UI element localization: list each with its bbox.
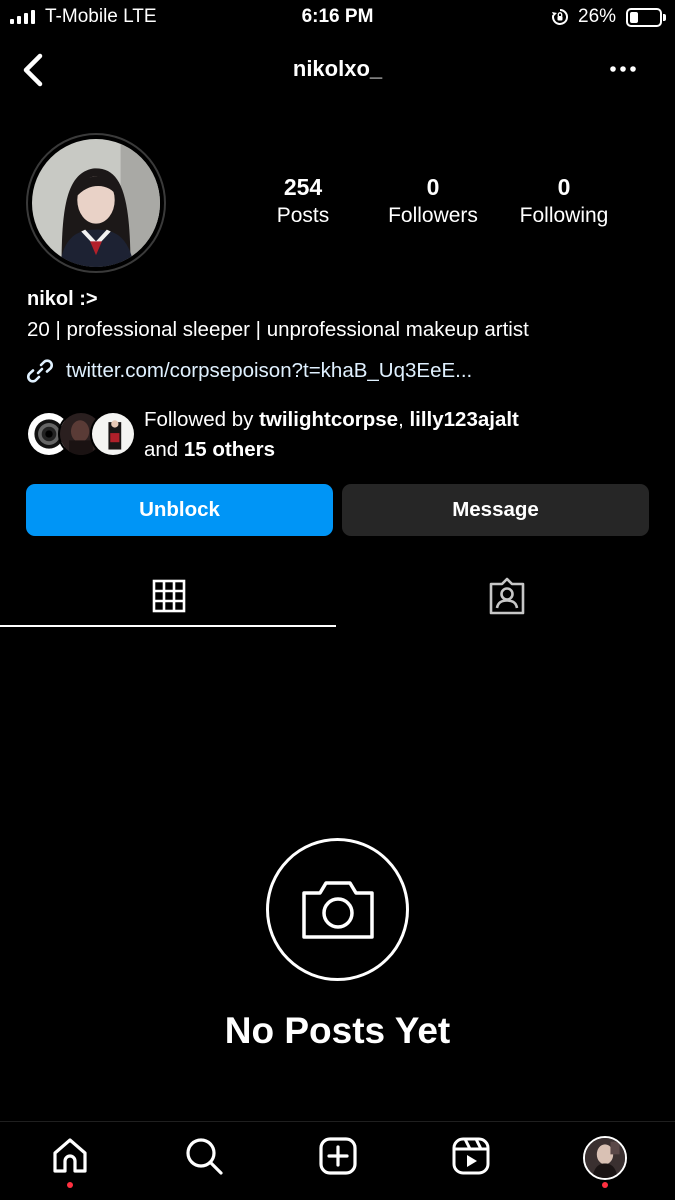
profile-avatar[interactable]: [26, 133, 166, 273]
nav-search[interactable]: [174, 1136, 234, 1186]
following-stat[interactable]: 0 Following: [502, 172, 626, 230]
search-icon: [186, 1138, 223, 1175]
posts-label: Posts: [276, 204, 330, 227]
mutual-avatar-3: [90, 411, 136, 457]
nav-profile[interactable]: [575, 1136, 635, 1188]
unblock-button[interactable]: Unblock: [26, 484, 333, 536]
avatar-image: [32, 139, 160, 267]
followers-stat[interactable]: 0 Followers: [368, 172, 498, 230]
bio-text: 20 | professional sleeper | unprofession…: [27, 318, 529, 341]
grid-icon: [152, 579, 185, 613]
more-options-button[interactable]: [605, 57, 641, 81]
nav-create[interactable]: [308, 1136, 368, 1186]
mutual-followers-avatars[interactable]: [26, 411, 136, 457]
home-icon: [53, 1138, 87, 1173]
mutual-user-1[interactable]: twilightcorpse: [259, 408, 398, 431]
profile-notification-dot: [602, 1182, 608, 1188]
tab-tagged[interactable]: [338, 566, 675, 626]
rotation-lock-icon: [552, 9, 568, 25]
followed-by-and: and: [144, 438, 184, 461]
nav-home[interactable]: [40, 1136, 100, 1188]
profile-link-text[interactable]: twitter.com/corpsepoison?t=khaB_Uq3EeE..…: [66, 359, 472, 383]
following-label: Following: [519, 204, 609, 227]
status-time: 6:16 PM: [301, 6, 374, 27]
followed-by-prefix: Followed by: [144, 408, 260, 431]
followed-by-text[interactable]: Followed by twilightcorpse, lilly123ajal…: [144, 405, 519, 465]
battery-percent: 26%: [578, 6, 617, 27]
mutual-user-2[interactable]: lilly123ajalt: [409, 408, 518, 431]
mutual-others[interactable]: 15 others: [184, 438, 275, 461]
camera-icon: [301, 880, 374, 939]
following-count: 0: [557, 174, 571, 200]
followed-by-separator: ,: [398, 408, 410, 431]
reels-icon: [452, 1137, 490, 1175]
profile-username: nikolxo_: [292, 56, 383, 81]
bottom-navigation: [0, 1121, 675, 1200]
tab-posts-grid[interactable]: [0, 566, 337, 626]
followers-label: Followers: [388, 204, 478, 227]
display-name: nikol :>: [27, 288, 98, 310]
more-horizontal-icon: [610, 66, 636, 72]
profile-avatar-icon: [583, 1136, 627, 1180]
posts-stat[interactable]: 254 Posts: [253, 172, 353, 230]
empty-state-camera: [266, 838, 409, 981]
nav-reels[interactable]: [441, 1136, 501, 1186]
home-notification-dot: [67, 1182, 73, 1188]
empty-state-title: No Posts Yet: [224, 1010, 451, 1051]
message-button[interactable]: Message: [342, 484, 649, 536]
profile-link[interactable]: twitter.com/corpsepoison?t=khaB_Uq3EeE..…: [26, 356, 472, 386]
status-bar: T-Mobile LTE 6:16 PM 26%: [0, 0, 675, 36]
link-icon: [26, 359, 54, 383]
posts-count: 254: [283, 174, 323, 200]
active-tab-indicator: [0, 625, 336, 627]
battery-icon: [626, 8, 666, 27]
plus-square-icon: [319, 1137, 357, 1175]
followers-count: 0: [426, 174, 440, 200]
tagged-person-icon: [489, 577, 524, 615]
